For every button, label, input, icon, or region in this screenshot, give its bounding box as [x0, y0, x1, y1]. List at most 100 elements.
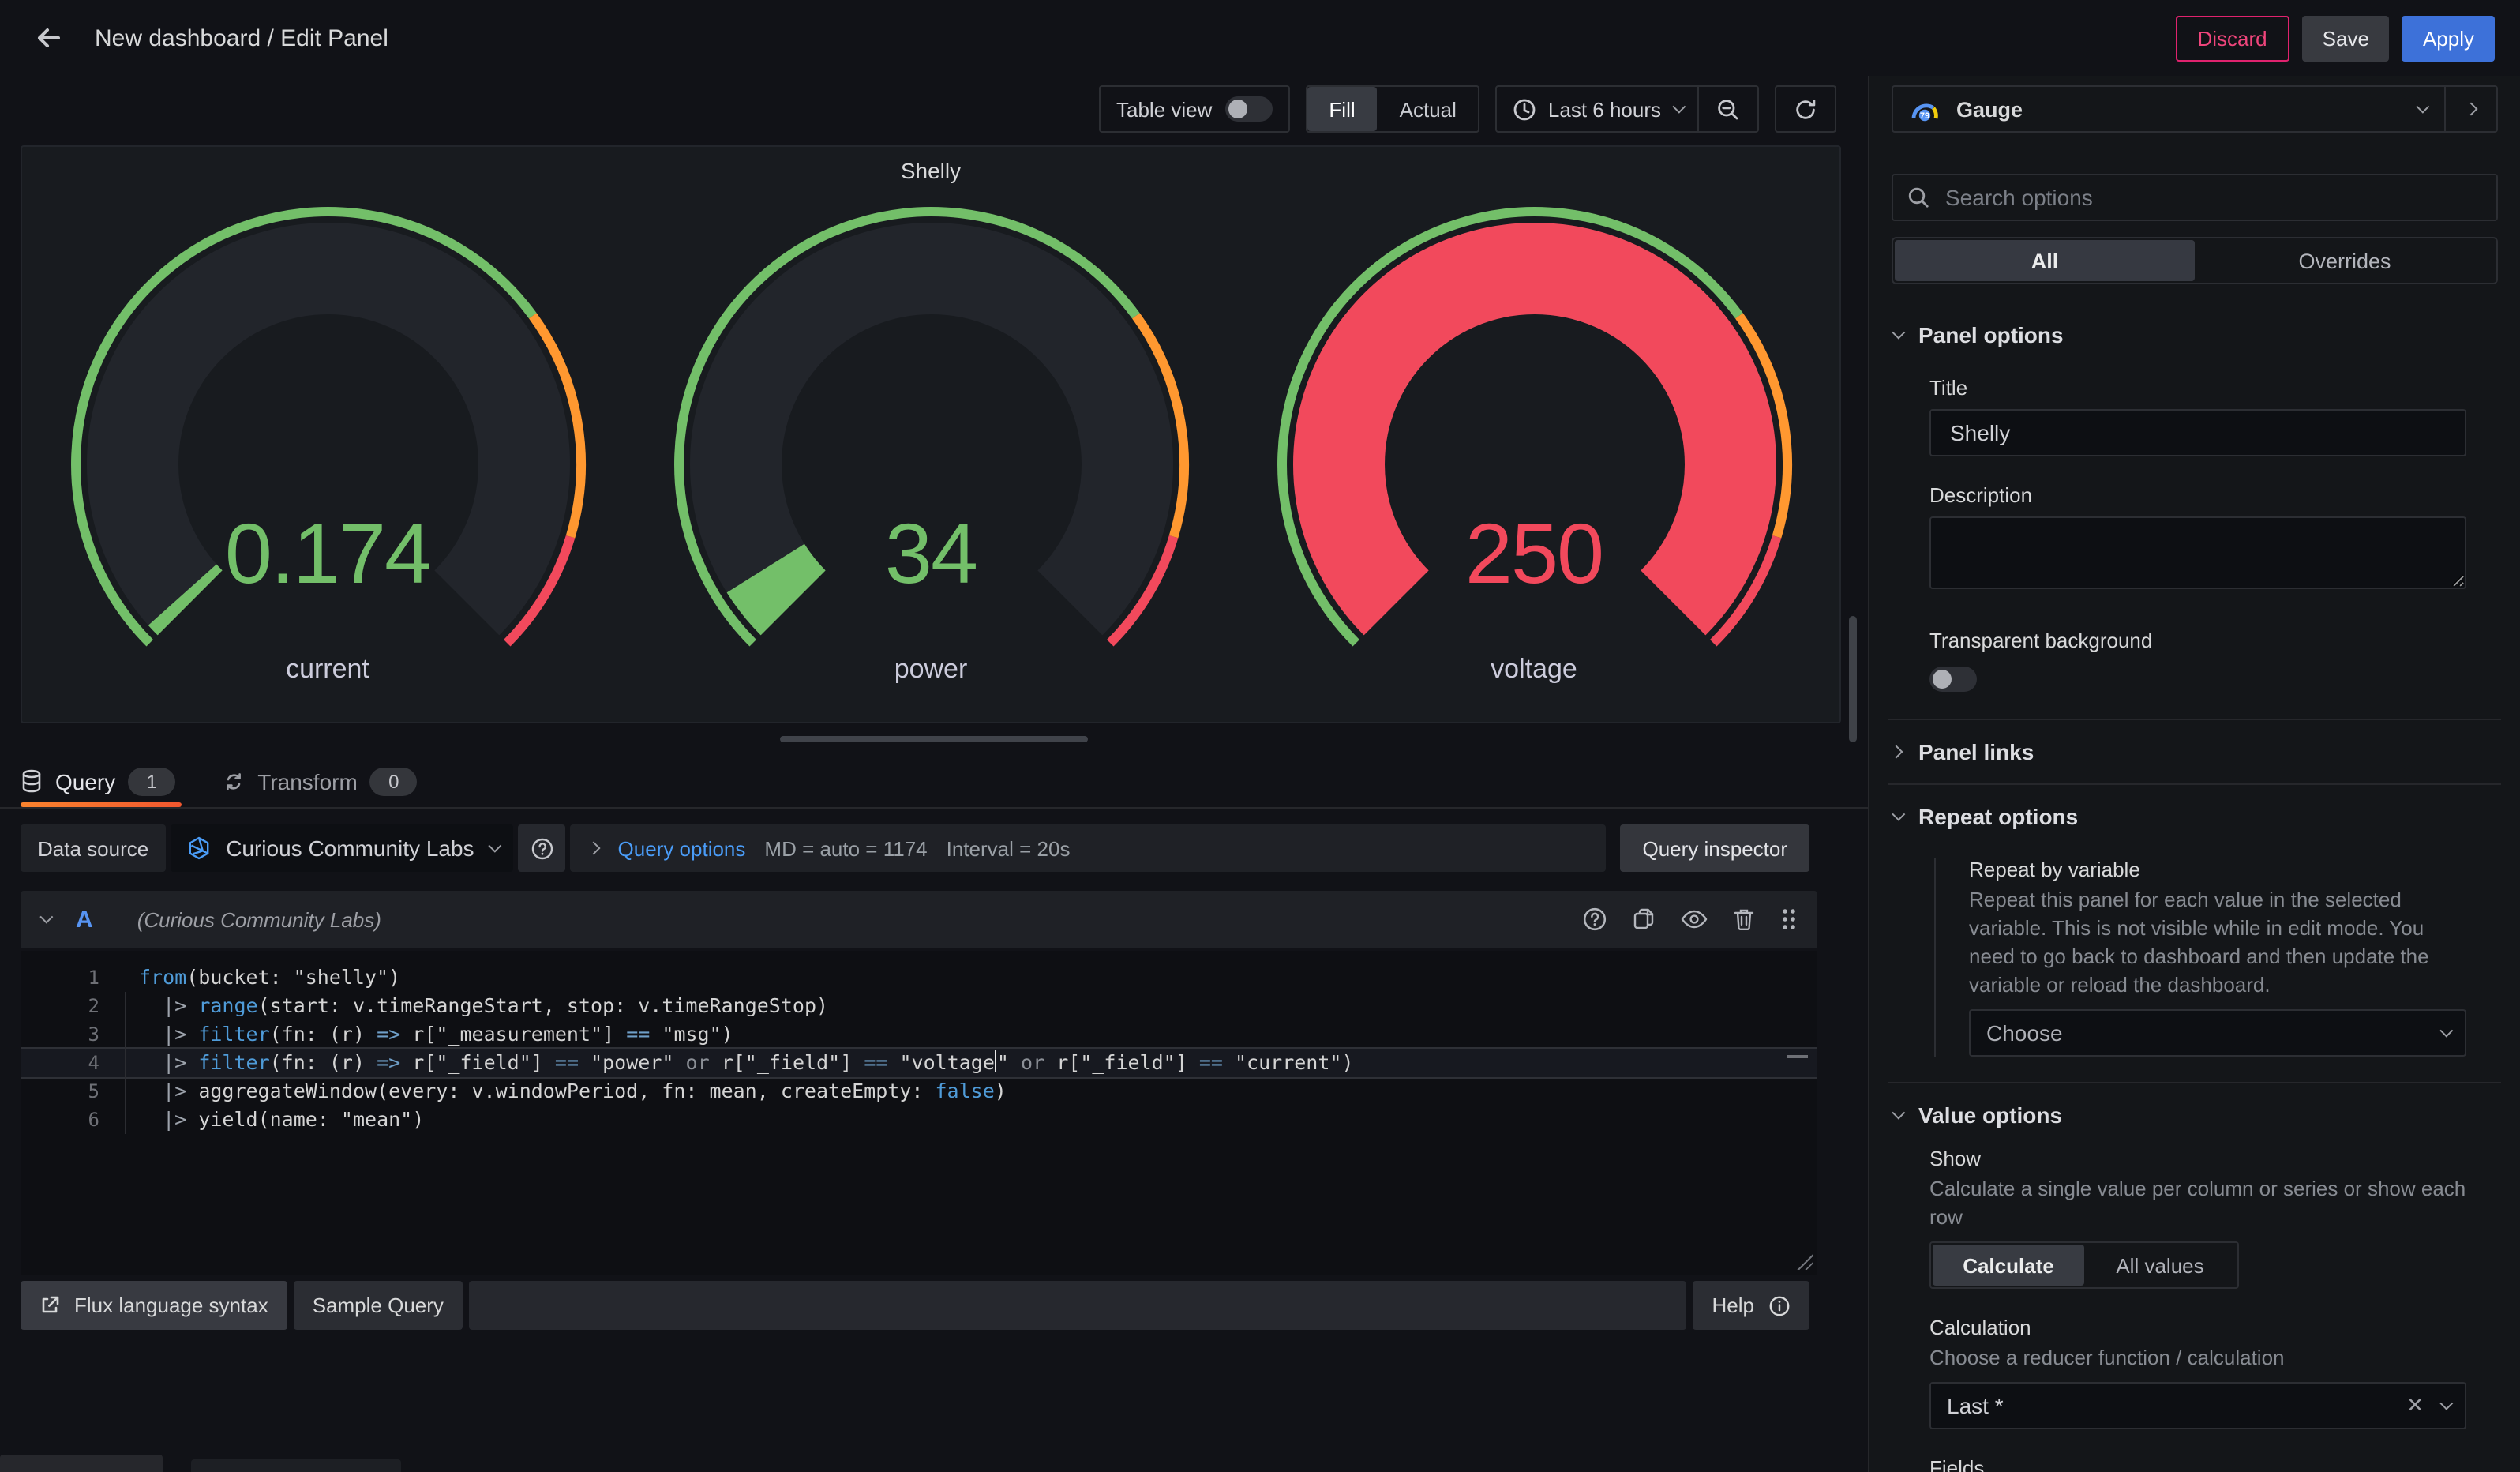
query-inspector-button[interactable]: Query inspector [1620, 824, 1809, 872]
main-column: Table view Fill Actual Last 6 hours [0, 76, 1868, 1472]
drag-handle-icon[interactable] [1779, 907, 1798, 932]
query-ref-id: A [76, 906, 93, 933]
gauges-row: 0.174 current 34 power 250 voltage [22, 193, 1839, 685]
flux-syntax-button[interactable]: Flux language syntax [21, 1281, 287, 1330]
time-range-picker[interactable]: Last 6 hours [1498, 87, 1697, 131]
repeat-by-variable-label: Repeat by variable [1969, 858, 2466, 881]
tab-query[interactable]: Query 1 [21, 755, 175, 807]
chevron-right-icon [2465, 103, 2478, 116]
gauge-value: 0.174 [34, 505, 621, 603]
tab-all[interactable]: All [1895, 240, 2195, 281]
gauge-label: voltage [1491, 654, 1577, 685]
options-filter-tabs: All Overrides [1892, 237, 2498, 284]
zoom-out-button[interactable] [1699, 87, 1757, 131]
query-row-header[interactable]: A (Curious Community Labs) [21, 891, 1817, 948]
apply-button[interactable]: Apply [2402, 15, 2495, 61]
top-header: New dashboard / Edit Panel Discard Save … [0, 0, 2520, 76]
section-panel-links[interactable]: Panel links [1892, 720, 2498, 783]
back-button[interactable] [25, 14, 73, 62]
flux-code-editor[interactable]: 1from(bucket: "shelly")2 |> range(start:… [21, 951, 1817, 1275]
chevron-down-icon [1892, 1106, 1905, 1120]
description-field-label: Description [1929, 483, 2466, 507]
panel-title: Shelly [22, 147, 1839, 183]
datasource-name: Curious Community Labs [226, 836, 474, 861]
gauge-power: 34 power [637, 193, 1224, 685]
table-view-group: Table view [1099, 85, 1289, 133]
show-label: Show [1929, 1147, 2466, 1170]
search-input[interactable] [1942, 183, 2482, 212]
time-range-group: Last 6 hours [1496, 85, 1759, 133]
query-options-toggle[interactable]: Query options MD = auto = 1174 Interval … [571, 824, 1607, 872]
influxdb-icon [186, 836, 212, 861]
add-query-button-partial[interactable] [0, 1455, 163, 1472]
delete-query-icon[interactable] [1732, 907, 1756, 932]
tab-overrides[interactable]: Overrides [2195, 240, 2495, 281]
transform-count-badge: 0 [370, 767, 418, 795]
calculation-select[interactable]: Last * ✕ [1929, 1382, 2466, 1429]
zoom-out-icon [1716, 97, 1740, 121]
panel-resize-handle[interactable] [780, 736, 1088, 742]
chevron-right-icon [1890, 745, 1903, 759]
repeat-variable-select[interactable]: Choose [1969, 1009, 2466, 1057]
hide-query-icon[interactable] [1680, 908, 1708, 930]
options-search[interactable] [1892, 174, 2498, 221]
gauge-label: current [286, 654, 369, 685]
overview-ruler-mark [1787, 1055, 1808, 1058]
value-options-title: Value options [1918, 1102, 2062, 1128]
gauge-voltage: 250 voltage [1240, 193, 1828, 685]
options-sidebar: 79 Gauge All Overrides Panel options [1868, 76, 2520, 1472]
sample-query-button[interactable]: Sample Query [294, 1281, 463, 1330]
discard-button[interactable]: Discard [2176, 15, 2289, 61]
refresh-group [1775, 85, 1836, 133]
chevron-down-icon [2439, 1024, 2453, 1038]
panel-toolbar: Table view Fill Actual Last 6 hours [0, 76, 1868, 142]
section-repeat-options[interactable]: Repeat options [1892, 785, 2498, 848]
table-view-toggle[interactable] [1224, 96, 1272, 122]
refresh-button[interactable] [1776, 87, 1835, 131]
section-panel-options[interactable]: Panel options [1892, 310, 2498, 360]
transparent-bg-toggle[interactable] [1929, 667, 1977, 692]
repeat-by-variable-desc: Repeat this panel for each value in the … [1969, 886, 2466, 1000]
datasource-help-button[interactable] [519, 824, 566, 872]
title-field-label: Title [1929, 376, 2466, 400]
calculation-value: Last * [1947, 1393, 2406, 1418]
chevron-down-icon [489, 839, 502, 853]
arrow-left-icon [35, 24, 63, 52]
calculate-tab[interactable]: Calculate [1933, 1245, 2084, 1286]
query-tab-label: Query [55, 768, 115, 794]
code-line: 5 |> aggregateWindow(every: v.windowPeri… [21, 1077, 1817, 1106]
help-label: Help [1712, 1294, 1755, 1317]
datasource-label: Data source [21, 824, 166, 872]
database-icon [21, 769, 43, 793]
fields-label: Fields [1929, 1456, 2466, 1472]
tab-transform[interactable]: Transform 0 [223, 755, 418, 807]
title-input[interactable] [1947, 419, 2449, 447]
fill-tab[interactable]: Fill [1307, 87, 1377, 131]
gauge-value: 250 [1240, 505, 1828, 603]
query-datasource-hint: (Curious Community Labs) [137, 907, 381, 931]
visualization-picker[interactable]: 79 Gauge [1892, 85, 2498, 133]
actual-tab[interactable]: Actual [1378, 87, 1479, 131]
query-help-icon[interactable] [1582, 907, 1607, 932]
clear-icon[interactable]: ✕ [2406, 1393, 2424, 1418]
transform-tab-label: Transform [257, 768, 358, 794]
title-field [1929, 409, 2466, 456]
add-expression-button-partial[interactable] [191, 1459, 401, 1472]
duplicate-query-icon[interactable] [1631, 907, 1656, 932]
code-line: 6 |> yield(name: "mean") [21, 1106, 1817, 1134]
help-button[interactable]: Help [1693, 1281, 1810, 1330]
query-options-md: MD = auto = 1174 [764, 836, 927, 860]
visualization-name: Gauge [1956, 97, 2023, 121]
code-line: 4 |> filter(fn: (r) => r["_field"] == "p… [21, 1047, 1817, 1079]
description-textarea[interactable] [1929, 516, 2466, 589]
save-button[interactable]: Save [2302, 15, 2390, 61]
datasource-row: Data source Curious Community Labs Query… [21, 824, 1809, 872]
editor-resize-handle[interactable] [1797, 1254, 1813, 1270]
datasource-picker[interactable]: Curious Community Labs [171, 824, 513, 872]
time-range-label: Last 6 hours [1548, 97, 1661, 121]
main-scrollbar-thumb[interactable] [1849, 616, 1857, 742]
collapse-sidebar-button[interactable] [2446, 87, 2496, 131]
all-values-tab[interactable]: All values [2084, 1245, 2236, 1286]
section-value-options[interactable]: Value options [1892, 1083, 2498, 1147]
gauge-panel[interactable]: Shelly 0.174 current 34 power 250 voltag… [21, 145, 1841, 723]
